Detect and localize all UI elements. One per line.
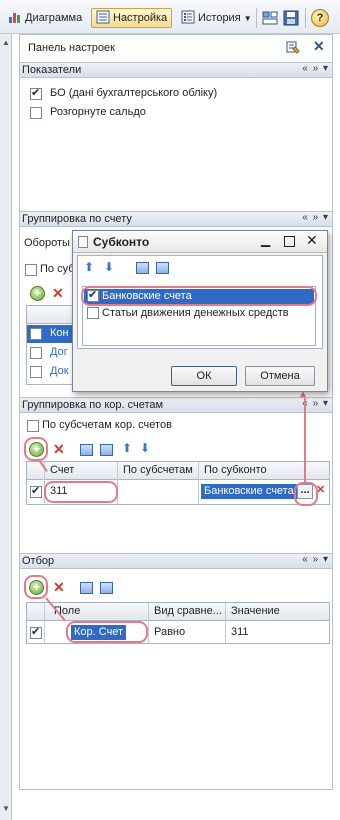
indicator-label-saldo: Розгорнуте сальдо — [50, 106, 146, 118]
callout-highlight — [81, 286, 317, 306]
document-icon — [78, 236, 88, 248]
column-header-subconto[interactable]: По субконто — [201, 462, 267, 480]
callout-highlight — [24, 437, 48, 461]
left-strip: ▲ ▼ — [0, 34, 12, 820]
settings-label: Настройка — [113, 12, 168, 24]
copy-icon[interactable] — [100, 582, 113, 594]
row-checkbox[interactable] — [30, 328, 42, 340]
row-checkbox[interactable] — [30, 484, 42, 498]
callout-highlight — [44, 481, 118, 503]
indicator-checkbox-bo[interactable] — [30, 86, 42, 100]
copy-icon[interactable] — [80, 582, 93, 594]
toolbar-separator — [305, 8, 306, 28]
callout-highlight — [66, 621, 148, 643]
indicators-title: Показатели — [22, 64, 82, 76]
section-controls-icon[interactable]: « » ▾ — [302, 554, 329, 565]
group-corr-header: Группировка по кор. счетам « » ▾ — [20, 397, 332, 413]
subaccounts-checkbox[interactable] — [25, 264, 37, 276]
panel-settings-icon[interactable] — [286, 40, 300, 54]
row-label: Кон — [50, 327, 69, 339]
move-down-icon[interactable]: ⬇ — [140, 441, 150, 455]
save-settings-icon[interactable] — [283, 10, 299, 26]
cancel-button[interactable]: Отмена — [245, 366, 315, 386]
close-icon[interactable]: ✕ — [306, 232, 318, 249]
filter-title: Отбор — [22, 555, 55, 567]
help-button[interactable]: ? — [311, 9, 329, 27]
column-header-subaccounts[interactable]: По субсчетам — [120, 462, 193, 480]
subaccounts-label: По суб — [40, 263, 75, 275]
grid-divider — [198, 462, 199, 504]
diagram-button[interactable]: Диаграмма — [3, 8, 87, 28]
section-controls-icon[interactable]: « » ▾ — [302, 212, 329, 223]
grid-divider — [44, 603, 45, 643]
scroll-up-icon[interactable]: ▲ — [2, 38, 10, 47]
ok-button[interactable]: ОК — [171, 366, 237, 386]
list-item-label[interactable]: Статьи движения денежных средств — [102, 307, 289, 319]
section-controls-icon[interactable]: « » ▾ — [302, 63, 329, 74]
indicator-checkbox-saldo[interactable] — [30, 107, 42, 119]
corr-subaccounts-label: По субсчетам кор. счетов — [42, 419, 172, 431]
column-header-value[interactable]: Значение — [228, 603, 280, 621]
row-subaccounts[interactable] — [120, 483, 123, 501]
dialog-titlebar: Субконто ▁ ✕ — [73, 231, 327, 253]
indicator-label-bo: БО (дані бухгалтерського обліку) — [50, 87, 218, 99]
callout-highlight — [24, 575, 48, 599]
diagram-icon — [8, 10, 22, 24]
filter-header: Отбор « » ▾ — [20, 553, 332, 569]
row-label[interactable]: Док — [47, 363, 69, 381]
dialog-title: Субконто — [93, 235, 150, 249]
add-icon[interactable]: + — [30, 286, 45, 301]
uncheck-all-icon[interactable] — [156, 262, 169, 274]
grid-divider — [225, 603, 226, 643]
copy-icon[interactable] — [80, 444, 93, 456]
settings-button[interactable]: Настройка — [91, 8, 173, 28]
history-button[interactable]: История ▼ — [176, 8, 257, 28]
top-toolbar: Диаграмма Настройка История ▼ ? — [0, 0, 340, 34]
corr-subaccounts-checkbox[interactable] — [27, 420, 39, 432]
callout-connector — [304, 398, 306, 482]
delete-icon[interactable]: ✕ — [52, 285, 64, 302]
subconto-dialog: Субконто ▁ ✕ ⬆ ⬇ Банковские счета Статьи… — [72, 230, 328, 392]
delete-corr-icon[interactable]: ✕ — [53, 441, 65, 458]
row-label[interactable]: Дог — [47, 344, 68, 362]
row-value[interactable]: 311 — [228, 624, 249, 642]
history-list-icon — [181, 10, 195, 24]
move-down-icon[interactable]: ⬇ — [104, 260, 114, 274]
delete-filter-icon[interactable]: ✕ — [53, 579, 65, 596]
list-checkbox[interactable] — [87, 307, 99, 319]
scroll-down-icon[interactable]: ▼ — [2, 804, 10, 813]
copy-icon[interactable] — [100, 444, 113, 456]
row-checkbox[interactable] — [30, 625, 42, 639]
row-comparison[interactable]: Равно — [151, 624, 185, 642]
settings-icon — [96, 10, 110, 24]
grid-divider — [148, 603, 149, 643]
column-header-comparison[interactable]: Вид сравне... — [151, 603, 222, 621]
layout-icon[interactable] — [262, 10, 278, 26]
group-corr-title: Группировка по кор. счетам — [22, 399, 164, 411]
close-panel-icon[interactable]: ✕ — [313, 38, 325, 55]
history-label: История — [198, 12, 241, 24]
diagram-label: Диаграмма — [25, 12, 83, 24]
move-up-icon[interactable]: ⬆ — [84, 260, 94, 274]
dropdown-arrow-icon: ▼ — [243, 14, 252, 23]
group-account-title: Группировка по счету — [22, 213, 132, 225]
check-all-icon[interactable] — [136, 262, 149, 274]
minimize-icon[interactable]: ▁ — [261, 233, 270, 247]
row-checkbox[interactable] — [30, 347, 42, 359]
panel-title: Панель настроек — [28, 42, 115, 54]
turnovers-label: Обороты — [24, 237, 70, 249]
callout-highlight — [294, 482, 318, 506]
help-icon: ? — [316, 12, 324, 24]
maximize-icon[interactable] — [284, 236, 295, 247]
move-up-icon[interactable]: ⬆ — [122, 441, 132, 455]
toolbar-separator — [256, 8, 257, 28]
group-account-header: Группировка по счету « » ▾ — [20, 211, 332, 227]
column-header-account[interactable]: Счет — [47, 462, 74, 480]
row-checkbox[interactable] — [30, 366, 42, 378]
column-header-field[interactable]: Поле — [51, 603, 80, 621]
row-subconto[interactable]: Банковские счета — [201, 484, 297, 499]
indicators-header: Показатели « » ▾ — [20, 62, 332, 78]
